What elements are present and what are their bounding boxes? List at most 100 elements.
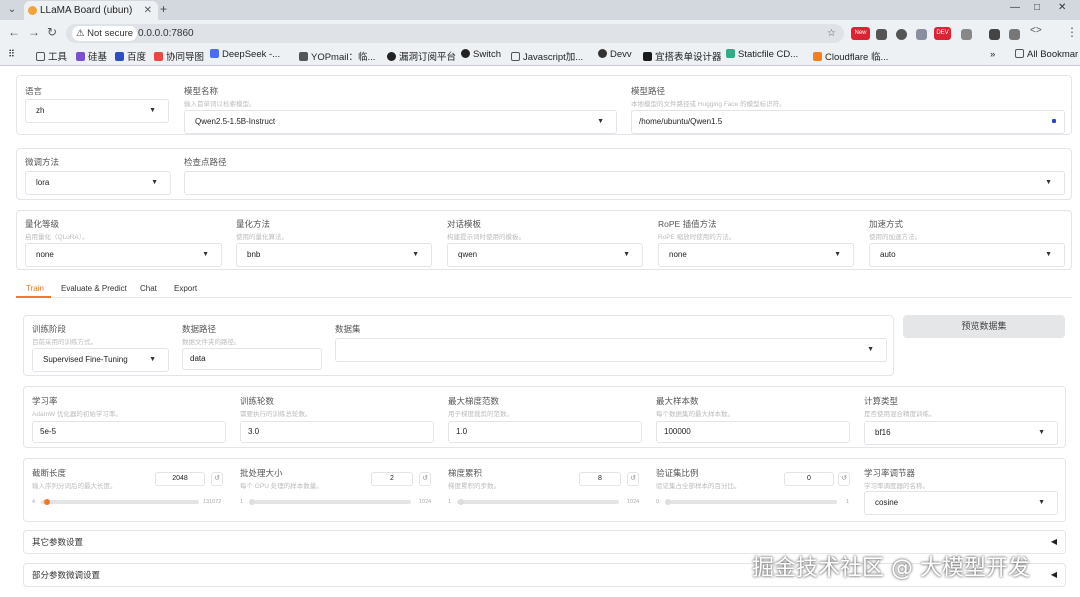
booster-select[interactable]: auto ▼ bbox=[869, 243, 1065, 267]
bookmark-7[interactable]: Switch bbox=[461, 49, 501, 60]
gradacc-slider[interactable] bbox=[457, 499, 619, 505]
checkpoint-select[interactable]: ▼ bbox=[184, 171, 1065, 195]
close-window-icon[interactable]: ✕ bbox=[1058, 2, 1066, 13]
dataset-dir-input[interactable]: data bbox=[182, 348, 322, 370]
gradacc-label: 梯度累积 bbox=[448, 468, 483, 478]
valsize-label: 验证集比例 bbox=[656, 468, 699, 478]
close-tab-icon[interactable]: ✕ bbox=[144, 1, 152, 20]
maxsamples-input[interactable]: 100000 bbox=[656, 421, 850, 443]
tab-train[interactable]: Train bbox=[26, 284, 44, 293]
extension-icon-1[interactable] bbox=[876, 29, 887, 40]
finetune-row: 微调方法 lora ▼ 检查点路径 ▼ bbox=[16, 148, 1072, 200]
finetune-select[interactable]: lora ▼ bbox=[25, 171, 171, 195]
extension-icon-4[interactable] bbox=[961, 29, 972, 40]
cutoff-number[interactable]: 2048 bbox=[155, 472, 205, 486]
maxgrad-input[interactable]: 1.0 bbox=[448, 421, 642, 443]
slider-handle[interactable] bbox=[458, 499, 464, 505]
security-chip[interactable]: ⚠ Not secure bbox=[72, 26, 138, 41]
quant-method-select[interactable]: bnb ▼ bbox=[236, 243, 432, 267]
valsize-slider[interactable] bbox=[665, 499, 837, 505]
stage-select[interactable]: Supervised Fine-Tuning ▼ bbox=[32, 348, 169, 372]
bookmark-12[interactable]: Cloudflare 临... bbox=[813, 49, 888, 63]
preview-dataset-button[interactable]: 预览数据集 bbox=[903, 315, 1065, 338]
model-path-input[interactable]: /home/ubuntu/Qwen1.5 bbox=[631, 110, 1065, 134]
model-name-select[interactable]: Qwen2.5-1.5B-Instruct ▼ bbox=[184, 110, 617, 134]
reset-icon[interactable]: ↺ bbox=[211, 472, 223, 486]
batch-number[interactable]: 2 bbox=[371, 472, 413, 486]
menu-icon[interactable]: ⋮ bbox=[1066, 25, 1078, 39]
bookmark-6[interactable]: 漏洞订阅平台 bbox=[387, 49, 456, 63]
lr-input[interactable]: 5e-5 bbox=[32, 421, 226, 443]
tab-evaluate-predict[interactable]: Evaluate & Predict bbox=[61, 284, 127, 293]
extension-new-icon[interactable]: New bbox=[851, 27, 870, 40]
tab-chat[interactable]: Chat bbox=[140, 284, 157, 293]
slider-handle[interactable] bbox=[44, 499, 50, 505]
model-name-info: 输入首单词以检索模型。 bbox=[184, 101, 256, 108]
reset-icon[interactable]: ↺ bbox=[627, 472, 639, 486]
compute-select[interactable]: bf16 ▼ bbox=[864, 421, 1058, 445]
chevron-down-icon: ▼ bbox=[1045, 179, 1052, 186]
back-icon[interactable]: ← bbox=[8, 25, 20, 39]
stage-label: 训练阶段 bbox=[32, 324, 67, 334]
bookmark-label: YOPmail：临... bbox=[311, 52, 376, 63]
new-tab-icon[interactable]: + bbox=[160, 2, 167, 16]
scheduler-select[interactable]: cosine ▼ bbox=[864, 491, 1058, 515]
rope-select[interactable]: none ▼ bbox=[658, 243, 854, 267]
reload-icon[interactable]: ↻ bbox=[47, 25, 57, 39]
dataset-select[interactable]: ▼ bbox=[335, 338, 887, 362]
extension-icon-5[interactable] bbox=[1009, 29, 1020, 40]
lang-label: 语言 bbox=[25, 86, 43, 96]
slider-handle[interactable] bbox=[249, 499, 255, 505]
bookmark-9[interactable]: Devv bbox=[598, 49, 632, 60]
tab-export[interactable]: Export bbox=[174, 284, 197, 293]
lang-select[interactable]: zh ▼ bbox=[25, 99, 169, 123]
model-path-label: 模型路径 bbox=[631, 86, 666, 96]
bookmark-3[interactable]: 协同导图 bbox=[154, 49, 204, 63]
advanced-config-row: 量化等级 启用量化（QLoRA）。 none ▼ 量化方法 使用的量化算法。 bn… bbox=[16, 210, 1072, 270]
maxgrad-value: 1.0 bbox=[456, 427, 468, 436]
bookmark-label: Cloudflare 临... bbox=[825, 52, 889, 63]
bookmark-4[interactable]: DeepSeek -... bbox=[210, 49, 280, 60]
bookmark-star-icon[interactable]: ☆ bbox=[827, 24, 836, 43]
valsize-number[interactable]: 0 bbox=[784, 472, 834, 486]
extension-dev-icon[interactable]: DEV bbox=[934, 27, 951, 40]
template-info: 构建提示词时使用的模板。 bbox=[447, 234, 525, 241]
reset-icon[interactable]: ↺ bbox=[838, 472, 850, 486]
forward-icon[interactable]: → bbox=[28, 25, 40, 39]
browser-chrome: ⌄ LLaMA Board (ubun) ✕ + — □ ✕ ← → ↻ ⚠ N… bbox=[0, 0, 1080, 66]
translate-icon[interactable] bbox=[989, 29, 1000, 40]
bookmark-2[interactable]: 百度 bbox=[115, 49, 146, 63]
quant-bit-label: 量化等级 bbox=[25, 219, 60, 229]
more-bookmarks-icon[interactable]: » bbox=[990, 49, 995, 60]
cutoff-slider[interactable] bbox=[41, 499, 199, 505]
extension-icon-2[interactable] bbox=[896, 29, 907, 40]
epochs-input[interactable]: 3.0 bbox=[240, 421, 434, 443]
bookmark-1[interactable]: 硅基 bbox=[76, 49, 107, 63]
dataset-row: 训练阶段 目前采用的训练方式。 Supervised Fine-Tuning ▼ … bbox=[23, 315, 894, 376]
browser-tab[interactable]: LLaMA Board (ubun) ✕ bbox=[24, 1, 158, 20]
extension-icon-3[interactable] bbox=[916, 29, 927, 40]
batch-info: 每个 GPU 处理的样本数量。 bbox=[240, 483, 323, 490]
reset-icon[interactable]: ↺ bbox=[419, 472, 431, 486]
all-bookmarks[interactable]: All Bookmar bbox=[1015, 49, 1078, 60]
tab-search-icon[interactable]: ⌄ bbox=[4, 3, 20, 17]
bookmark-0[interactable]: 工具 bbox=[36, 49, 67, 63]
batch-slider[interactable] bbox=[249, 499, 411, 505]
template-select[interactable]: qwen ▼ bbox=[447, 243, 643, 267]
cutoff-max: 131072 bbox=[203, 499, 222, 505]
bookmark-11[interactable]: Staticfile CD... bbox=[726, 49, 798, 60]
template-value: qwen bbox=[458, 250, 478, 259]
minimize-icon[interactable]: — bbox=[1010, 2, 1020, 13]
quant-bit-select[interactable]: none ▼ bbox=[25, 243, 222, 267]
bookmark-10[interactable]: 宜搭表单设计器 bbox=[643, 49, 722, 63]
bookmark-8[interactable]: Javascript加... bbox=[511, 49, 583, 63]
apps-icon[interactable]: ⠿ bbox=[8, 49, 15, 60]
gradacc-number[interactable]: 8 bbox=[579, 472, 621, 486]
maximize-icon[interactable]: □ bbox=[1034, 2, 1040, 13]
slider-handle[interactable] bbox=[665, 499, 671, 505]
accordion-label: 其它参数设置 bbox=[32, 537, 84, 547]
maxgrad-info: 用于梯度裁剪的范数。 bbox=[448, 411, 513, 418]
bookmark-5[interactable]: YOPmail：临... bbox=[299, 49, 375, 63]
address-bar[interactable]: ⚠ Not secure 0.0.0.0:7860 ☆ bbox=[66, 24, 844, 43]
devtools-icon[interactable]: <> bbox=[1030, 25, 1042, 36]
